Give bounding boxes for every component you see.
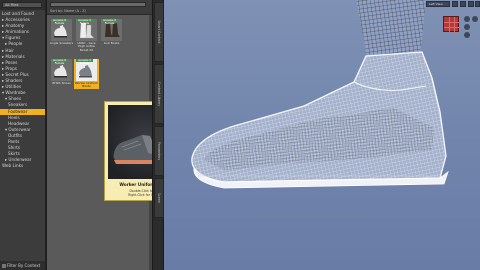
draw-style-icon[interactable] — [460, 1, 466, 7]
product-thumbnail[interactable]: Genesis 8 Female Worker Uniform Boots — [74, 59, 99, 89]
orbit-control-icon[interactable] — [464, 16, 470, 22]
product-thumbnail[interactable]: Genesis 8 Female Angle Sneakers — [49, 19, 74, 49]
pane-tabs: Smart Content Content Library Parameters… — [152, 0, 164, 270]
files-dropdown[interactable]: All Files — [2, 2, 42, 8]
files-dropdown-label: All Files — [5, 3, 19, 7]
product-thumbnail[interactable]: Genesis 8 Female LMSC - Lace High Anthe B… — [74, 19, 99, 52]
filter-icon — [2, 264, 6, 268]
filter-label: Filter By Context — [7, 263, 41, 268]
tab-parameters[interactable]: Parameters — [154, 126, 164, 176]
compatibility-badge: Genesis 8 Female — [51, 59, 68, 65]
content-library-tree: All Files Lost and Found ▸ Accessories ▸ A… — [0, 0, 46, 270]
thumbnail-label: Angle Sneakers — [49, 41, 74, 45]
thumbnail-label: Link Boots — [103, 41, 120, 45]
content-toolbar: Sort by: Name (A - Z) — [47, 0, 152, 15]
viewport-toolbar: Left View — [426, 1, 480, 8]
thumbnail-label: BHRS Shoes — [52, 81, 71, 85]
tab-smart-content[interactable]: Smart Content — [154, 2, 164, 62]
zoom-control-icon[interactable] — [464, 32, 470, 38]
view-cube-icon[interactable] — [443, 16, 460, 33]
tree-header: All Files — [0, 0, 45, 10]
compatibility-badge: Genesis 8 Female — [76, 19, 93, 25]
search-input[interactable] — [50, 2, 146, 7]
pan-control-icon[interactable] — [464, 24, 470, 30]
tree-list: Lost and Found ▸ Accessories ▸ Anatomy ▸ An… — [0, 11, 45, 169]
tree-item[interactable]: Web Links — [0, 163, 45, 169]
tab-scene[interactable]: Scene — [154, 178, 164, 218]
compatibility-badge: Genesis 8 Female — [101, 19, 118, 25]
menu-icon[interactable] — [475, 1, 480, 7]
compatibility-badge: Genesis 8 Female — [51, 19, 68, 25]
compatibility-badge: Genesis 8 Female — [76, 59, 93, 65]
thumbnail-label: LMSC - Lace High Anthe Boost 20 — [77, 41, 96, 52]
thumbnail-label: Worker Uniform Boots — [74, 81, 99, 89]
product-thumbnail[interactable]: Genesis 8 Female Link Boots — [99, 19, 124, 49]
roll-control-icon[interactable] — [472, 16, 478, 22]
3d-viewport[interactable]: Left View — [164, 0, 480, 270]
lighting-icon[interactable] — [468, 1, 474, 7]
camera-dropdown[interactable]: Left View — [426, 1, 450, 7]
wireframe-shoe-render — [191, 0, 449, 189]
view-options-icon[interactable] — [452, 1, 458, 7]
sort-label[interactable]: Sort by: Name (A - Z) — [50, 9, 86, 13]
tree-footer[interactable]: Filter By Context — [0, 261, 45, 270]
tab-content-library[interactable]: Content Library — [154, 64, 164, 124]
product-thumbnail[interactable]: Genesis 8 Female BHRS Shoes — [49, 59, 74, 89]
